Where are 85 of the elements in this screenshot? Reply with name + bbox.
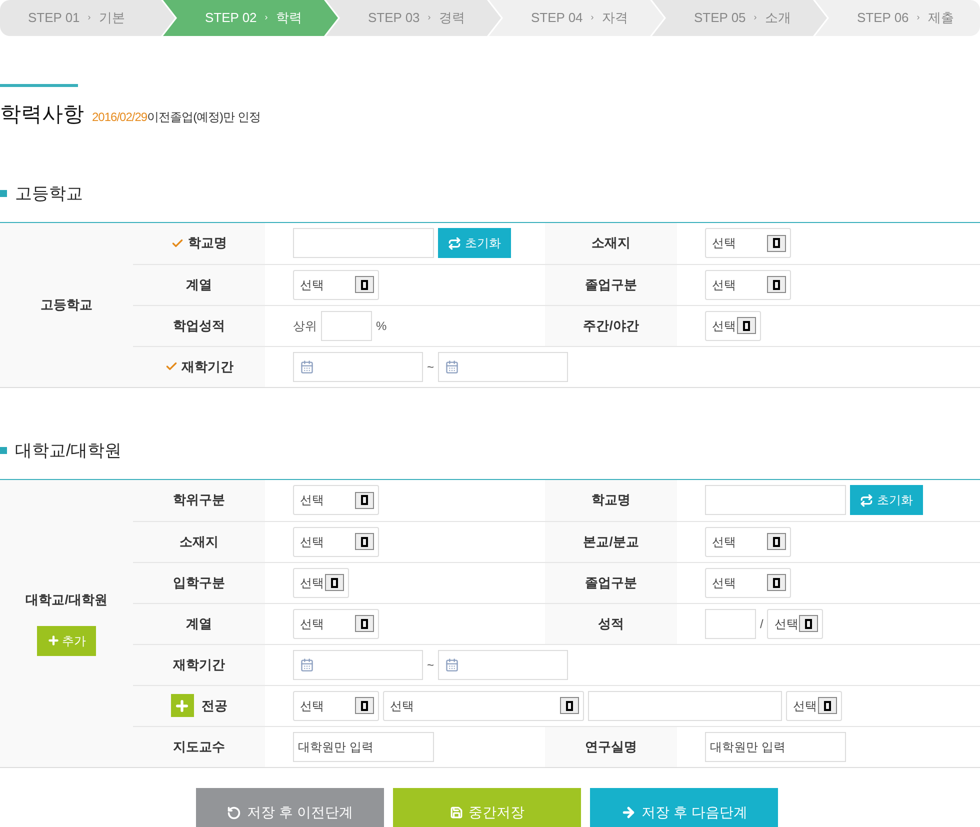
add-button[interactable] xyxy=(170,694,194,717)
select-field[interactable]: 선택 xyxy=(705,526,791,556)
check-icon xyxy=(171,236,184,250)
square-icon xyxy=(355,533,374,550)
page-note: 2016/02/29이전졸업(예정)만 인정 xyxy=(92,109,260,126)
field-label: 학교명 xyxy=(188,234,227,252)
refresh-icon xyxy=(448,236,461,250)
arrow-right-icon xyxy=(620,805,636,820)
page-title: 학력사항 xyxy=(0,102,84,128)
select-field[interactable]: 선택 xyxy=(767,608,824,638)
check-icon xyxy=(164,360,178,373)
select-field[interactable]: 선택 xyxy=(786,690,842,720)
square-icon xyxy=(767,276,786,293)
select-field[interactable]: 선택 xyxy=(705,310,761,340)
save-icon xyxy=(450,806,462,819)
field-label: 주간/야간 xyxy=(583,316,639,335)
field-label: 학교명 xyxy=(592,491,630,510)
field-label: 재학기간 xyxy=(182,358,234,376)
select-field[interactable]: 선택 xyxy=(293,485,379,515)
group-label: 고등학교 xyxy=(40,296,92,314)
square-icon xyxy=(799,615,818,632)
square-icon xyxy=(355,615,374,632)
text-field[interactable]: 대학원만 입력 xyxy=(705,732,846,762)
square-icon xyxy=(737,317,756,334)
square-icon xyxy=(355,276,374,293)
date-field[interactable] xyxy=(438,352,568,382)
field-label: 입학구분 xyxy=(173,574,225,592)
group-label: 대학교/대학원 xyxy=(26,591,108,610)
select-field[interactable]: 선택 xyxy=(705,568,791,598)
field-text: 상위 xyxy=(293,318,317,334)
date-field[interactable] xyxy=(293,650,423,680)
field-label: 전공 xyxy=(202,696,228,715)
select-field[interactable]: 선택 xyxy=(293,608,379,638)
plus-icon xyxy=(174,698,190,714)
field-label: 학업성적 xyxy=(173,316,225,335)
square-icon xyxy=(560,697,579,714)
bullet-icon xyxy=(0,447,7,454)
field-label: 소재지 xyxy=(592,234,630,252)
section-heading: 대학교/대학원 xyxy=(15,440,122,462)
select-field[interactable]: 선택 xyxy=(293,690,379,720)
plus-icon xyxy=(47,634,60,648)
text-field[interactable] xyxy=(705,608,756,638)
square-icon xyxy=(767,533,786,550)
date-field[interactable] xyxy=(293,352,423,382)
field-text: % xyxy=(376,318,387,334)
square-icon xyxy=(355,492,374,508)
field-label: 학위구분 xyxy=(173,491,225,510)
square-icon xyxy=(767,574,786,591)
field-label: 졸업구분 xyxy=(585,574,637,592)
bullet-icon xyxy=(0,190,7,197)
field-text: ~ xyxy=(427,656,434,674)
text-field[interactable] xyxy=(705,485,846,515)
select-field[interactable]: 선택 xyxy=(293,270,379,300)
date-field[interactable] xyxy=(438,650,568,680)
select-field[interactable]: 선택 xyxy=(293,526,379,556)
field-label: 계열 xyxy=(186,276,212,294)
calendar-icon xyxy=(445,658,460,672)
calendar-icon xyxy=(300,360,314,374)
field-text: ~ xyxy=(427,358,434,376)
field-label: 계열 xyxy=(186,614,212,633)
field-label: 졸업구분 xyxy=(585,276,637,294)
square-icon xyxy=(767,234,786,252)
square-icon xyxy=(818,697,837,714)
select-field[interactable]: 선택 xyxy=(293,568,349,598)
square-icon xyxy=(325,574,344,591)
refresh-icon xyxy=(860,494,873,506)
field-label: 본교/분교 xyxy=(583,532,639,551)
field-text: / xyxy=(760,616,764,632)
section-heading: 고등학교 xyxy=(15,182,83,205)
field-label: 재학기간 xyxy=(173,656,225,674)
text-field[interactable] xyxy=(321,310,372,340)
undo-icon xyxy=(227,806,242,820)
field-label: 연구실명 xyxy=(585,738,637,756)
text-field[interactable] xyxy=(293,228,434,258)
field-label: 소재지 xyxy=(180,532,218,551)
field-label: 지도교수 xyxy=(173,738,225,756)
field-label: 성적 xyxy=(598,614,624,633)
text-field[interactable]: 대학원만 입력 xyxy=(293,732,434,762)
select-field[interactable]: 선택 xyxy=(705,228,791,258)
calendar-icon xyxy=(300,658,314,672)
calendar-icon xyxy=(445,360,460,374)
select-field[interactable]: 선택 xyxy=(383,690,584,720)
square-icon xyxy=(355,697,374,714)
text-field[interactable] xyxy=(588,690,782,720)
select-field[interactable]: 선택 xyxy=(705,270,791,300)
